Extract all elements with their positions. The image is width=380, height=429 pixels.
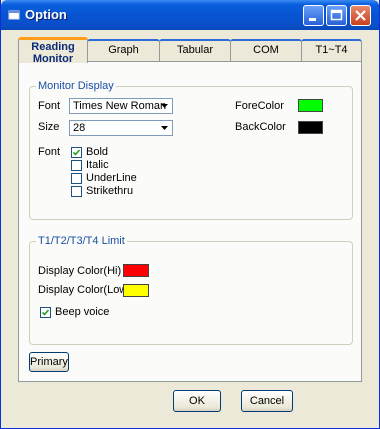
check-icon [72, 149, 81, 156]
group-title: Monitor Display [36, 80, 116, 92]
tab-label-line2: Monitor [32, 53, 74, 65]
underline-checkbox[interactable] [71, 173, 82, 184]
chevron-down-icon [161, 126, 168, 130]
font-select-value: Times New Roman [73, 100, 167, 112]
font-select[interactable]: Times New Roman [69, 98, 173, 114]
italic-label: Italic [86, 159, 109, 171]
tab-label: Graph [108, 44, 139, 56]
check-icon [41, 309, 50, 316]
tab-label: Tabular [176, 44, 214, 56]
forecolor-swatch[interactable] [298, 99, 323, 112]
ok-button[interactable]: OK [173, 390, 221, 412]
chevron-down-icon [161, 104, 168, 108]
font-style-label: Font [38, 146, 61, 158]
beep-voice-checkbox[interactable] [40, 307, 51, 318]
maximize-button[interactable] [326, 5, 347, 26]
strikethru-checkbox[interactable] [71, 186, 82, 197]
display-color-hi-label: Display Color(Hi) [38, 265, 122, 277]
tab-graph[interactable]: Graph [87, 39, 160, 61]
tab-com[interactable]: COM [230, 39, 302, 61]
close-button[interactable] [350, 5, 371, 26]
limit-group: T1/T2/T3/T4 Limit Display Color(Hi) Disp… [29, 235, 353, 345]
app-icon [8, 10, 20, 20]
size-select[interactable]: 28 [69, 120, 173, 136]
backcolor-label: BackColor [235, 121, 286, 133]
forecolor-label: ForeColor [235, 100, 284, 112]
strikethru-label: Strikethru [86, 185, 134, 197]
display-color-hi-swatch[interactable] [123, 264, 149, 277]
window-title: Option [25, 7, 67, 22]
minimize-icon [309, 18, 316, 21]
backcolor-swatch[interactable] [298, 121, 323, 134]
tab-strip: Reading Monitor Graph Tabular COM T1~T4 [18, 37, 362, 65]
tab-t1-t4[interactable]: T1~T4 [301, 39, 362, 61]
tab-label: COM [253, 44, 279, 56]
maximize-icon [330, 9, 343, 21]
display-color-low-label: Display Color(Low) [38, 284, 131, 296]
tab-reading-monitor[interactable]: Reading Monitor [18, 37, 88, 65]
font-label: Font [38, 100, 61, 112]
tab-label: T1~T4 [315, 44, 348, 56]
display-color-low-swatch[interactable] [123, 284, 149, 297]
size-label: Size [38, 121, 60, 133]
close-icon [355, 10, 366, 21]
monitor-display-group: Monitor Display Font Times New Roman Siz… [29, 80, 353, 220]
option-window: Option Reading Monitor Graph Tabular COM… [0, 0, 380, 429]
bold-label: Bold [86, 146, 109, 158]
beep-voice-label: Beep voice [55, 306, 110, 318]
bold-checkbox[interactable] [71, 147, 82, 158]
minimize-button[interactable] [303, 5, 324, 26]
italic-checkbox[interactable] [71, 160, 82, 171]
tab-label-line1: Reading [31, 41, 75, 53]
size-select-value: 28 [73, 122, 86, 134]
tab-panel: Monitor Display Font Times New Roman Siz… [18, 61, 362, 382]
underline-label: UnderLine [86, 172, 137, 184]
primary-button[interactable]: Primary [29, 352, 69, 372]
tab-tabular[interactable]: Tabular [159, 39, 231, 61]
group-title: T1/T2/T3/T4 Limit [36, 235, 127, 247]
cancel-button[interactable]: Cancel [241, 390, 293, 412]
title-bar[interactable]: Option [1, 0, 379, 30]
